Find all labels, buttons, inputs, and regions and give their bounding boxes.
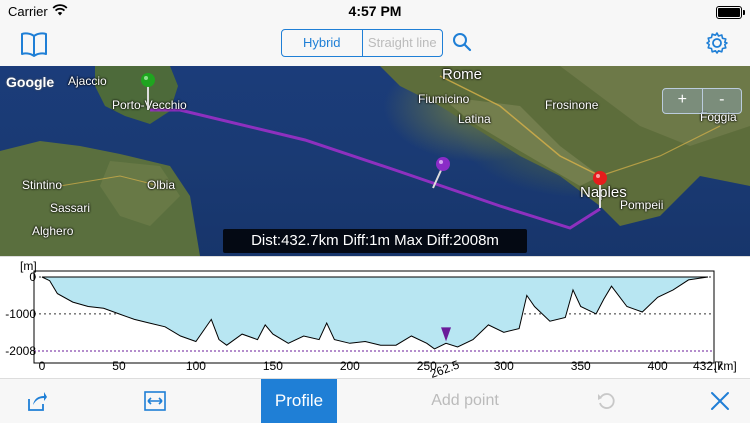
zoom-out-button[interactable]: - <box>703 89 742 113</box>
start-pin-icon[interactable] <box>140 72 156 112</box>
gear-icon[interactable] <box>705 31 729 55</box>
city-label: Alghero <box>32 224 74 238</box>
x-tick-label: 150 <box>263 359 283 373</box>
profile-chart-svg: 0-1000-2008[m]0 50 100 150 200 250 300 350 400 43… <box>5 259 737 381</box>
distance-summary-label: Dist:432.7km Diff:1m Max Diff:2008m <box>223 229 527 253</box>
profile-tab-button[interactable]: Profile <box>261 379 337 423</box>
share-icon[interactable] <box>26 390 48 412</box>
nav-bar: Hybrid Straight line <box>0 22 750 66</box>
map-view[interactable]: Google Ajaccio Porto-Vecchio Rome Fiumic… <box>0 66 750 256</box>
mode-hybrid-button[interactable]: Hybrid <box>282 30 363 56</box>
add-point-button[interactable]: Add point <box>390 379 540 423</box>
status-bar: Carrier 4:57 PM <box>0 0 750 22</box>
map-terrain <box>0 66 750 256</box>
city-label: Ajaccio <box>68 74 107 88</box>
zoom-controls: + - <box>662 88 742 114</box>
x-tick-label: 350 <box>571 359 591 373</box>
y-tick-label: -2008 <box>5 344 36 358</box>
google-logo: Google <box>6 74 55 90</box>
clock: 4:57 PM <box>348 3 402 19</box>
city-label: Olbia <box>147 178 176 192</box>
bottom-toolbar: Profile Add point <box>0 378 750 423</box>
search-icon[interactable] <box>452 32 472 52</box>
city-label: Pompeii <box>620 198 664 212</box>
book-icon[interactable] <box>20 31 48 57</box>
x-unit-label: [km] <box>714 359 737 373</box>
x-tick-label: 100 <box>186 359 206 373</box>
city-label: Fiumicino <box>418 92 470 106</box>
city-label: Stintino <box>22 178 63 192</box>
undo-icon[interactable] <box>596 391 616 411</box>
city-label: Rome <box>442 66 483 83</box>
close-icon[interactable] <box>710 391 730 411</box>
profile-area <box>41 276 709 350</box>
city-label: Latina <box>458 112 491 126</box>
fit-width-icon[interactable] <box>144 391 166 411</box>
city-label: Frosinone <box>545 98 599 112</box>
mode-segmented-control: Hybrid Straight line <box>281 29 443 57</box>
midpoint-pin-icon[interactable] <box>430 156 452 190</box>
x-tick-label: 200 <box>340 359 360 373</box>
x-tick-label: 0 <box>39 359 46 373</box>
y-unit-label: [m] <box>20 259 37 273</box>
mode-straight-line-button[interactable]: Straight line <box>363 30 443 56</box>
end-pin-icon[interactable] <box>592 170 608 210</box>
elevation-profile-chart[interactable]: 0 -1000 -2008 [m] 0 50 100 150 200 250 300 350 400 43… <box>0 256 750 381</box>
zoom-in-button[interactable]: + <box>663 89 703 113</box>
x-tick-label: 50 <box>112 359 126 373</box>
x-tick-label: 400 <box>648 359 668 373</box>
x-tick-label: 300 <box>494 359 514 373</box>
city-label: Sassari <box>50 201 91 215</box>
battery-icon <box>716 6 745 19</box>
y-tick-label: -1000 <box>5 307 36 321</box>
